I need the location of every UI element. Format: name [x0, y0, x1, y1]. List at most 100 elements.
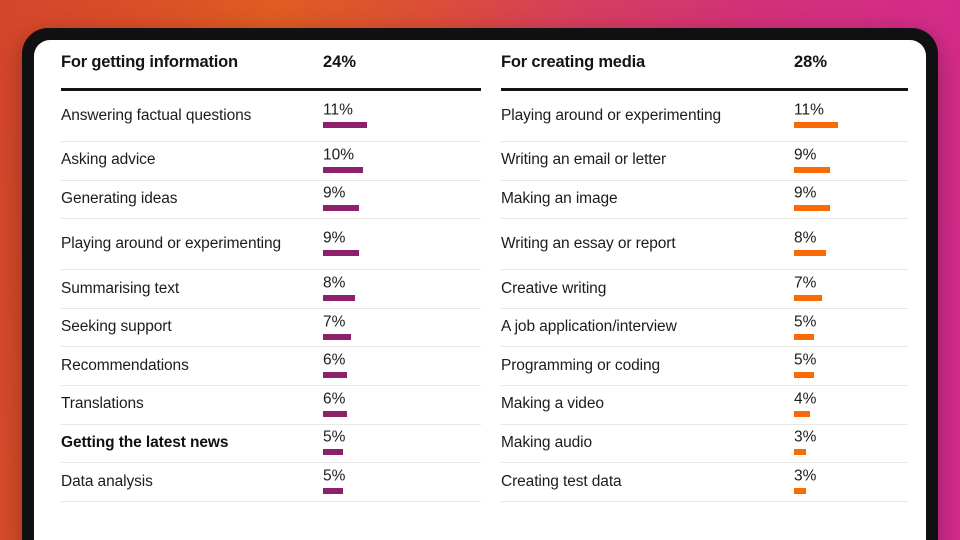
table-row: Data analysis 5%	[61, 463, 481, 502]
panel-header-value: 24%	[323, 53, 357, 71]
row-metric: 9%	[794, 181, 908, 219]
panel-header-value: 28%	[794, 53, 828, 71]
table-row: Making a video 4%	[501, 386, 908, 425]
panel-header-title: For creating media	[501, 53, 646, 71]
table-row: Playing around or experimenting 9%	[61, 219, 481, 271]
table-row: Getting the latest news 5%	[61, 425, 481, 464]
row-label: Writing an email or letter	[501, 151, 667, 169]
row-value-label: 5%	[323, 467, 346, 485]
row-value-label: 11%	[794, 101, 824, 119]
device-frame: For getting information 24% Answering fa…	[22, 28, 938, 540]
row-value-label: 9%	[323, 229, 346, 247]
row-value-label: 8%	[323, 274, 346, 292]
row-bar	[794, 250, 826, 257]
row-metric: 5%	[794, 347, 908, 385]
table-row: Creative writing 7%	[501, 270, 908, 309]
row-metric: 4%	[794, 386, 908, 424]
row-label: Playing around or experimenting	[501, 106, 722, 124]
table-row: Recommendations 6%	[61, 347, 481, 386]
row-label: Making a video	[501, 395, 604, 413]
row-metric: 6%	[323, 347, 481, 385]
row-value-label: 8%	[794, 229, 817, 247]
row-bar	[794, 372, 814, 379]
row-metric: 10%	[323, 142, 481, 180]
row-value-label: 9%	[323, 184, 346, 202]
table-row: Creating test data 3%	[501, 463, 908, 502]
row-metric: 9%	[794, 142, 908, 180]
row-value-label: 9%	[794, 146, 817, 164]
row-label: Programming or coding	[501, 356, 661, 374]
row-value-label: 7%	[794, 274, 817, 292]
panel-header: For creating media 28%	[501, 40, 908, 84]
row-bar	[323, 372, 347, 379]
row-metric: 9%	[323, 181, 481, 219]
row-label: Making audio	[501, 433, 592, 451]
row-value-label: 3%	[794, 467, 817, 485]
row-metric: 7%	[794, 270, 908, 308]
row-value-label: 9%	[794, 184, 817, 202]
row-label: Asking advice	[61, 151, 156, 169]
table-row: Generating ideas 9%	[61, 181, 481, 220]
row-label: Playing around or experimenting	[61, 234, 282, 252]
row-bar	[794, 449, 806, 456]
row-label: A job application/interview	[501, 318, 677, 336]
column-gap	[481, 40, 501, 502]
row-label: Answering factual questions	[61, 106, 252, 124]
table-row: Making an image 9%	[501, 181, 908, 220]
panel-rows: Answering factual questions 11% Asking adv…	[61, 91, 481, 502]
table-row: Seeking support 7%	[61, 309, 481, 348]
table-row: A job application/interview 5%	[501, 309, 908, 348]
table-row: Writing an email or letter 9%	[501, 142, 908, 181]
row-metric: 11%	[323, 91, 481, 141]
row-value-label: 5%	[323, 428, 346, 446]
chart-columns: For getting information 24% Answering fa…	[34, 40, 926, 502]
row-metric: 11%	[794, 91, 908, 141]
row-bar	[323, 410, 347, 417]
row-metric: 3%	[794, 463, 908, 501]
row-bar	[323, 250, 359, 257]
table-row: Asking advice 10%	[61, 142, 481, 181]
table-row: Answering factual questions 11%	[61, 91, 481, 142]
row-bar	[323, 333, 351, 340]
row-value-label: 4%	[794, 390, 817, 408]
row-bar	[323, 487, 343, 494]
row-bar	[794, 410, 810, 417]
row-label: Recommendations	[61, 356, 189, 374]
row-bar	[794, 294, 822, 301]
row-value-label: 7%	[323, 313, 346, 331]
table-row: Programming or coding 5%	[501, 347, 908, 386]
row-bar	[794, 487, 806, 494]
row-metric: 8%	[794, 219, 908, 269]
row-label: Creating test data	[501, 472, 622, 490]
panel-header-title: For getting information	[61, 53, 238, 71]
table-row: Playing around or experimenting 11%	[501, 91, 908, 142]
panel-header: For getting information 24%	[61, 40, 481, 84]
panel-creating-media: For creating media 28% Playing around or…	[501, 40, 908, 502]
chart-surface: For getting information 24% Answering fa…	[34, 40, 926, 540]
row-metric: 5%	[323, 425, 481, 463]
panel-rows: Playing around or experimenting 11% Writin…	[501, 91, 908, 502]
table-row: Writing an essay or report 8%	[501, 219, 908, 271]
row-label: Summarising text	[61, 279, 180, 297]
row-label: Translations	[61, 395, 144, 413]
table-row: Summarising text 8%	[61, 270, 481, 309]
row-label: Data analysis	[61, 472, 153, 490]
row-bar	[323, 449, 343, 456]
row-label: Writing an essay or report	[501, 234, 676, 252]
row-value-label: 5%	[794, 351, 817, 369]
row-bar	[323, 122, 367, 128]
row-metric: 7%	[323, 309, 481, 347]
table-row: Making audio 3%	[501, 425, 908, 464]
row-bar	[794, 333, 814, 340]
row-metric: 6%	[323, 386, 481, 424]
row-bar	[794, 205, 830, 212]
row-metric: 9%	[323, 219, 481, 269]
row-label: Creative writing	[501, 279, 607, 297]
row-label: Generating ideas	[61, 189, 178, 207]
row-bar	[323, 205, 359, 212]
panel-getting-information: For getting information 24% Answering fa…	[61, 40, 481, 502]
row-label: Making an image	[501, 189, 618, 207]
row-bar	[323, 294, 355, 301]
row-value-label: 10%	[323, 146, 355, 164]
row-metric: 3%	[794, 425, 908, 463]
